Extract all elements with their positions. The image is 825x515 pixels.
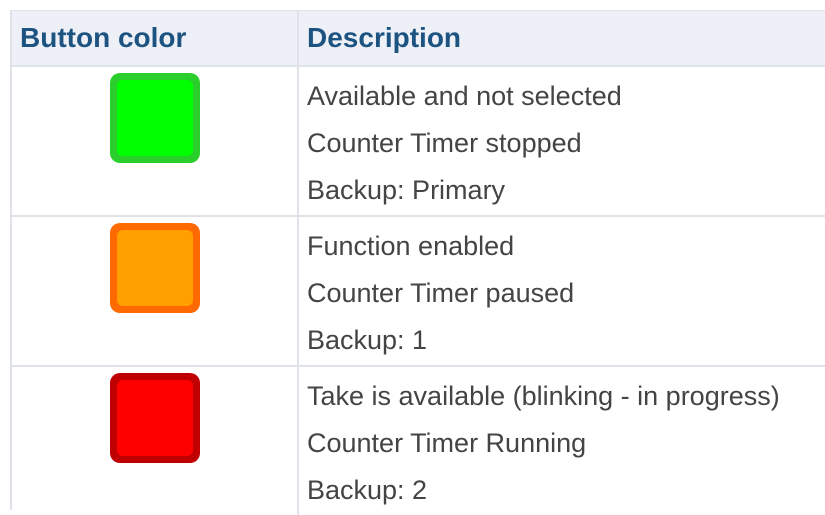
orange-button-swatch-icon (109, 223, 200, 313)
table-row: Take is available (blinking - in progres… (12, 367, 825, 515)
description-line: Available and not selected (307, 81, 622, 111)
header-button-color: Button color (20, 22, 187, 53)
green-button-swatch-icon (109, 73, 200, 163)
header-description: Description (297, 11, 825, 65)
table-row: Function enabled Counter Timer paused Ba… (12, 217, 825, 367)
color-cell (12, 217, 297, 365)
description-cell: Available and not selected Counter Timer… (297, 67, 825, 215)
description-line: Backup: 2 (307, 475, 428, 505)
description-line: Backup: Primary (307, 175, 506, 205)
description-line: Backup: 1 (307, 325, 428, 355)
description-line: Counter Timer stopped (307, 128, 582, 158)
button-color-table: Button color Description Available and n… (10, 10, 825, 515)
description-line: Function enabled (307, 231, 515, 261)
color-cell (12, 67, 297, 215)
description-cell: Take is available (blinking - in progres… (297, 367, 825, 515)
color-cell (12, 367, 297, 515)
description-cell: Function enabled Counter Timer paused Ba… (297, 217, 825, 365)
description-line: Counter Timer paused (307, 278, 575, 308)
description-line: Take is available (blinking - in progres… (307, 381, 780, 411)
table-row: Available and not selected Counter Timer… (12, 67, 825, 217)
description-line: Counter Timer Running (307, 428, 587, 458)
red-button-swatch-icon (109, 373, 200, 463)
table-header: Button color Description (12, 10, 825, 67)
